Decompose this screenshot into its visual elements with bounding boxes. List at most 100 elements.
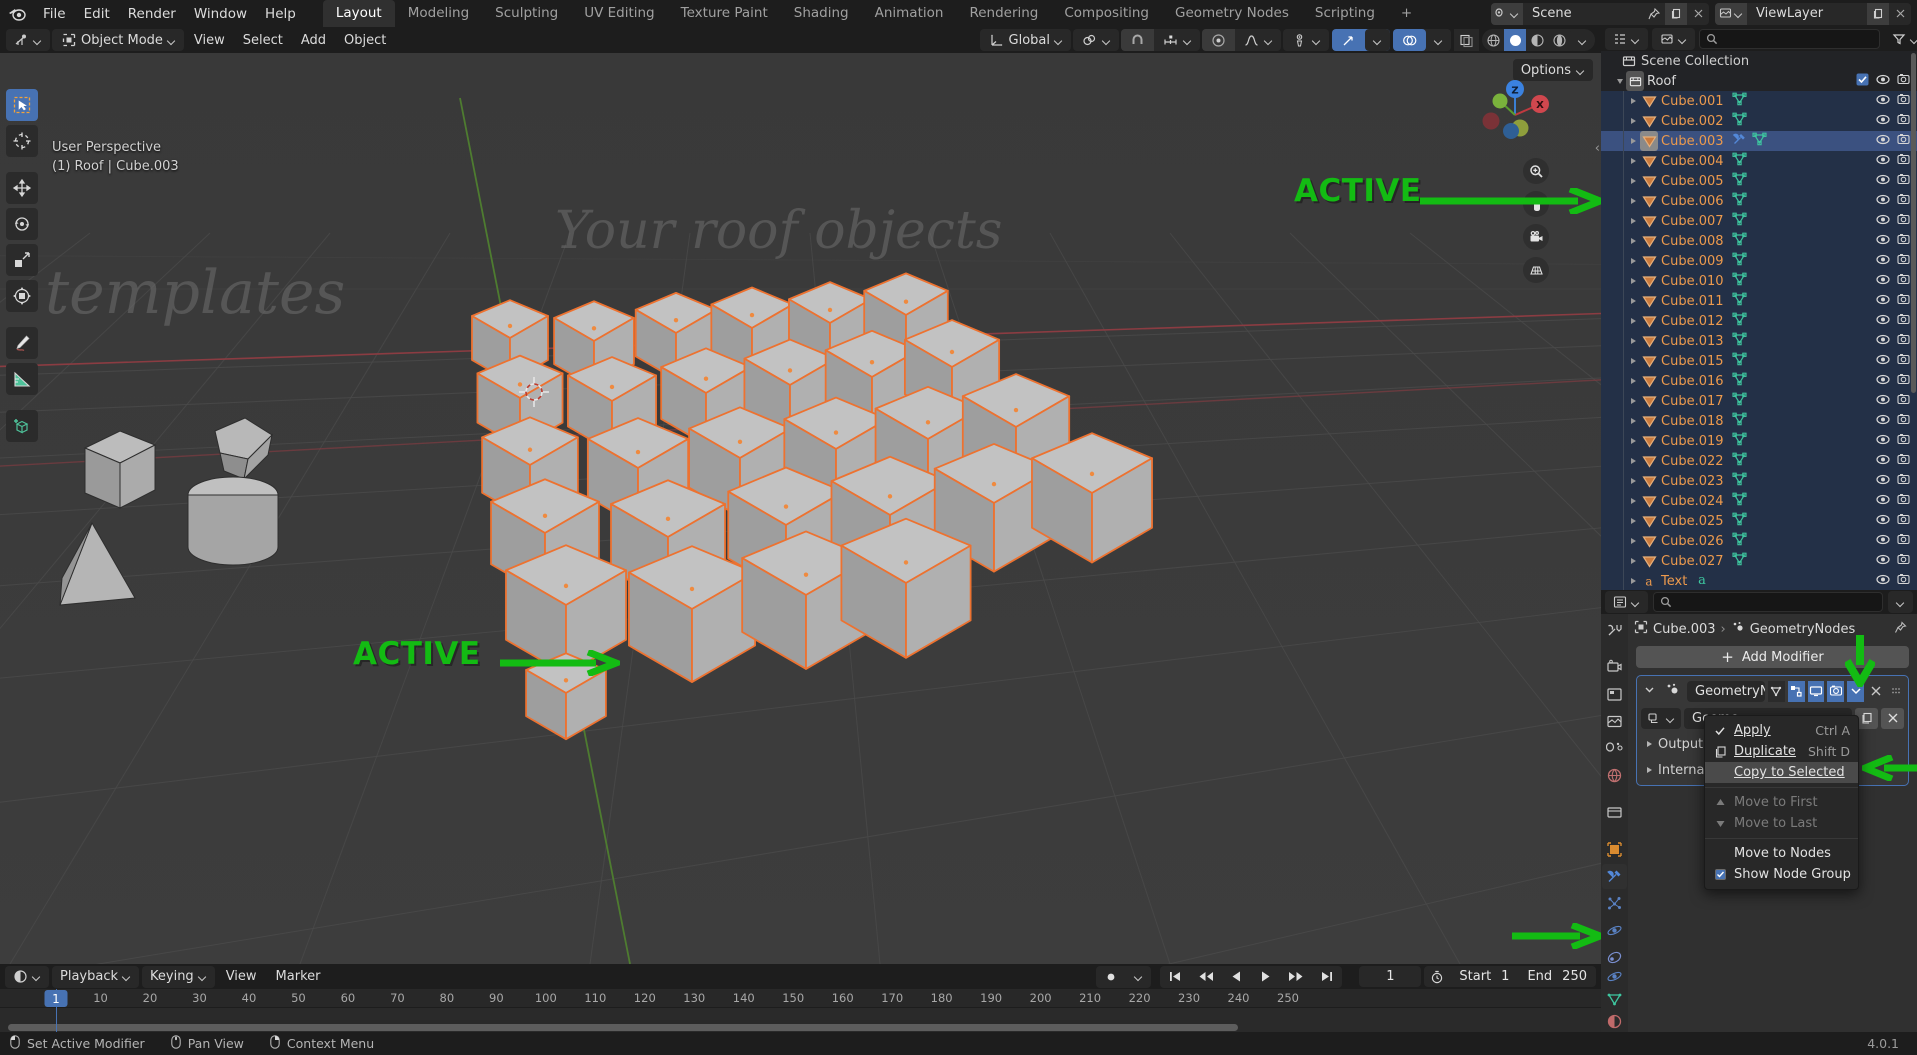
mesh-data-icon[interactable]	[1731, 212, 1747, 230]
object-visibility-eye-icon[interactable]	[1876, 454, 1890, 469]
workspace-tab-modeling[interactable]: Modeling	[395, 0, 482, 27]
pivot-point-selector[interactable]	[1073, 29, 1119, 51]
properties-tab-collection[interactable]	[1602, 800, 1627, 825]
menu-render[interactable]: Render	[119, 3, 185, 25]
object-disclosure-triangle[interactable]	[1627, 491, 1640, 511]
object-visibility-eye-icon[interactable]	[1876, 474, 1890, 489]
outliner-object-row[interactable]: Cube.002	[1601, 111, 1917, 131]
gizmo-selector[interactable]	[1332, 29, 1390, 51]
outliner-object-row[interactable]: Cube.010	[1601, 271, 1917, 291]
tweak-select-tool-button[interactable]	[6, 89, 38, 121]
visibility-selector[interactable]	[1283, 29, 1329, 51]
delete-scene-icon[interactable]	[1687, 3, 1709, 25]
outliner-object-row[interactable]: Cube.008	[1601, 231, 1917, 251]
outliner-object-row[interactable]: Cube.023	[1601, 471, 1917, 491]
object-disclosure-triangle[interactable]	[1627, 171, 1640, 191]
checkbox-checked-icon[interactable]	[1713, 869, 1727, 880]
object-disclosure-triangle[interactable]	[1627, 531, 1640, 551]
previous-keyframe-button[interactable]	[1190, 966, 1222, 988]
properties-tab-tool[interactable]	[1602, 618, 1627, 643]
workspace-tab-sculpting[interactable]: Sculpting	[482, 0, 571, 27]
current-frame-field[interactable]: 1	[1359, 966, 1422, 987]
object-visibility-eye-icon[interactable]	[1876, 194, 1890, 209]
workspace-tab-shading[interactable]: Shading	[781, 0, 862, 27]
annotate-tool-button[interactable]	[6, 327, 38, 359]
object-visibility-eye-icon[interactable]	[1876, 274, 1890, 289]
timeline-editor-type-icon[interactable]	[5, 965, 49, 988]
mesh-data-icon[interactable]	[1731, 432, 1747, 450]
camera-view-icon[interactable]	[1523, 224, 1549, 250]
menu-help[interactable]: Help	[256, 3, 305, 25]
object-render-camera-icon[interactable]	[1897, 393, 1910, 409]
mesh-data-icon[interactable]	[1731, 152, 1747, 170]
snap-target-button[interactable]	[1154, 29, 1200, 51]
object-disclosure-triangle[interactable]	[1627, 551, 1640, 571]
outliner-object-row[interactable]: Cube.007	[1601, 211, 1917, 231]
object-disclosure-triangle[interactable]	[1627, 131, 1640, 151]
shading-options-button[interactable]	[1570, 29, 1595, 51]
object-disclosure-triangle[interactable]	[1627, 151, 1640, 171]
object-render-camera-icon[interactable]	[1897, 373, 1910, 389]
outliner-object-row[interactable]: Cube.019	[1601, 431, 1917, 451]
modifier-name-field[interactable]: GeometryNo...	[1687, 680, 1765, 702]
object-visibility-eye-icon[interactable]	[1876, 354, 1890, 369]
object-render-camera-icon[interactable]	[1897, 473, 1910, 489]
mesh-data-icon[interactable]	[1731, 472, 1747, 490]
mesh-data-icon[interactable]	[1731, 512, 1747, 530]
object-render-camera-icon[interactable]	[1897, 453, 1910, 469]
jump-to-start-button[interactable]	[1160, 966, 1190, 988]
play-button[interactable]	[1251, 966, 1280, 988]
outliner-object-row[interactable]: Cube.018	[1601, 411, 1917, 431]
outliner-object-row[interactable]: Cube.024	[1601, 491, 1917, 511]
mesh-data-icon[interactable]	[1731, 232, 1747, 250]
properties-tab-physics-lower[interactable]	[1602, 966, 1627, 987]
modifier-render-toggle[interactable]	[1827, 680, 1845, 702]
shading-modes[interactable]	[1482, 29, 1595, 51]
mesh-data-icon[interactable]	[1731, 412, 1747, 430]
end-frame-field[interactable]: End 250	[1518, 966, 1596, 987]
object-render-camera-icon[interactable]	[1897, 193, 1910, 209]
object-visibility-eye-icon[interactable]	[1876, 134, 1890, 149]
add-cube-tool-button[interactable]	[6, 410, 38, 442]
object-render-camera-icon[interactable]	[1897, 213, 1910, 229]
object-visibility-eye-icon[interactable]	[1876, 534, 1890, 549]
object-visibility-eye-icon[interactable]	[1876, 334, 1890, 349]
mesh-data-icon[interactable]	[1731, 272, 1747, 290]
viewlayer-selector[interactable]: ViewLayer	[1715, 2, 1911, 25]
timeline-horizontal-scrollbar[interactable]	[8, 1024, 1238, 1031]
outliner-editor[interactable]: Scene Collection Roof Cube.001 Cube.002 …	[1601, 27, 1917, 590]
object-disclosure-triangle[interactable]	[1627, 511, 1640, 531]
toggle-perspective-icon[interactable]	[1523, 257, 1549, 283]
roof-cube-selected[interactable]	[628, 545, 756, 683]
object-disclosure-triangle[interactable]	[1627, 471, 1640, 491]
workspace-tab-rendering[interactable]: Rendering	[956, 0, 1051, 27]
properties-tab-physics[interactable]	[1602, 918, 1627, 943]
use-preview-range-icon[interactable]	[1424, 966, 1450, 987]
object-render-camera-icon[interactable]	[1897, 93, 1910, 109]
pivot-point-button[interactable]	[1073, 29, 1119, 51]
start-frame-field[interactable]: Start 1	[1450, 966, 1518, 987]
modifier-edit-mode-toggle[interactable]	[1787, 680, 1805, 702]
jump-to-end-button[interactable]	[1312, 966, 1342, 988]
mesh-data-icon[interactable]	[1731, 532, 1747, 550]
object-visibility-eye-icon[interactable]	[1876, 434, 1890, 449]
object-visibility-eye-icon[interactable]	[1876, 394, 1890, 409]
collection-render-camera-icon[interactable]	[1897, 73, 1910, 89]
modifier-expand-chevron-icon[interactable]	[1641, 684, 1658, 699]
workspace-tab-uv-editing[interactable]: UV Editing	[571, 0, 667, 27]
object-render-camera-icon[interactable]	[1897, 253, 1910, 269]
object-visibility-eye-icon[interactable]	[1876, 554, 1890, 569]
next-keyframe-button[interactable]	[1280, 966, 1312, 988]
outliner-object-row[interactable]: Cube.025	[1601, 511, 1917, 531]
object-render-camera-icon[interactable]	[1897, 553, 1910, 569]
delete-viewlayer-icon[interactable]	[1889, 3, 1911, 25]
context-menu-item-move-to-nodes[interactable]: Move to Nodes	[1705, 843, 1858, 864]
timeline-menu-playback[interactable]: Playback	[52, 965, 140, 988]
object-disclosure-triangle[interactable]	[1627, 291, 1640, 311]
roof-cube-selected[interactable]	[1031, 432, 1153, 564]
outliner-object-row[interactable]: Cube.005	[1601, 171, 1917, 191]
node-group-unlink-icon[interactable]	[1881, 707, 1904, 729]
timeline-menu-marker[interactable]: Marker	[268, 966, 329, 988]
outliner-object-row[interactable]: Cube.006	[1601, 191, 1917, 211]
object-render-camera-icon[interactable]	[1897, 153, 1910, 169]
